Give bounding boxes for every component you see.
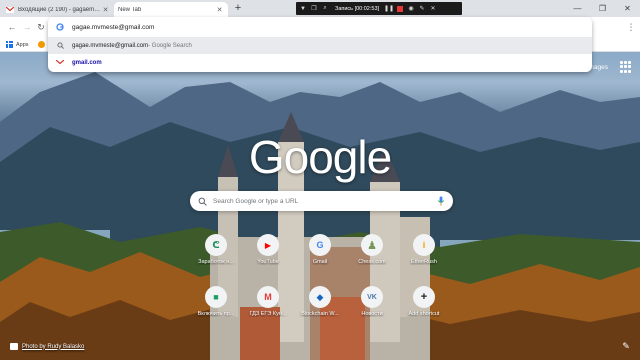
recording-timer: Запись [00:02:53]	[335, 5, 380, 12]
photo-credit-link[interactable]: Photo by Rudy Balasko	[10, 343, 84, 350]
search-placeholder[interactable]: Search Google or type a URL	[213, 198, 437, 205]
etherrush-icon: i	[413, 234, 435, 256]
shortcut-tile[interactable]: G Gmail	[292, 230, 348, 282]
shortcut-label: Включить пр...	[197, 311, 235, 317]
tab-new-tab[interactable]: New Tab ✕	[114, 2, 228, 17]
shortcut-label: Gmail	[312, 259, 328, 265]
new-tab-page: Images Google Search Google or type a UR…	[0, 52, 640, 360]
shortcut-tile[interactable]: ◆ Blockchain W...	[292, 282, 348, 334]
blockchain-icon: ◆	[309, 286, 331, 308]
close-tab-icon[interactable]: ✕	[101, 6, 110, 14]
bookmark-favicon-icon	[38, 41, 45, 48]
tab-title: Входящие (2 190) - gagaemimve	[18, 6, 101, 13]
dropdown-icon[interactable]: ▼	[299, 5, 307, 13]
bookmark-item[interactable]	[38, 39, 45, 50]
omnibox-dropdown: gagae.mvmeste@gmail.com gagae.mvmeste@gm…	[48, 17, 592, 72]
shortcut-tile[interactable]: VK Новости	[344, 282, 400, 334]
shortcut-label: Заработок н...	[198, 259, 234, 265]
shortcut-label: Blockchain W...	[301, 311, 339, 317]
shortcut-favicon-icon: ᕦ	[205, 234, 227, 256]
google-apps-icon[interactable]	[620, 61, 632, 73]
tab-title: New Tab	[118, 6, 142, 13]
suggestion-text: gagae.mvmeste@gmail.com	[72, 42, 149, 49]
screen-recorder-bar: ▼ ❐ ⌕ Запись [00:02:53] ❚❚ ◉ ✎ ✕	[296, 2, 462, 15]
tab-gmail-inbox[interactable]: Входящие (2 190) - gagaemimve ✕	[2, 2, 114, 17]
title-bar: Входящие (2 190) - gagaemimve ✕ New Tab …	[0, 0, 640, 17]
apps-shortcut[interactable]: Apps	[6, 39, 29, 50]
add-shortcut-tile[interactable]: + Add shortcut	[396, 282, 452, 334]
shortcut-label: ГДЗ ЕГЭ Кун...	[249, 311, 287, 317]
microphone-icon[interactable]	[437, 196, 445, 206]
shortcut-tile[interactable]: ᕦ Заработок н...	[188, 230, 244, 282]
shortcut-label: EtherRush	[411, 259, 437, 265]
shortcut-tile[interactable]: М ГДЗ ЕГЭ Кун...	[240, 282, 296, 334]
shortcut-label: Add shortcut	[408, 311, 440, 317]
window-controls: — ❐ ✕	[565, 0, 640, 16]
shortcut-label: YouTube	[257, 259, 279, 265]
apps-grid-icon	[6, 41, 13, 48]
search-icon	[198, 197, 207, 206]
camera-icon[interactable]: ◉	[407, 5, 415, 13]
address-bar-text[interactable]: gagae.mvmeste@gmail.com	[72, 24, 154, 31]
reload-icon[interactable]: ↻	[35, 21, 47, 33]
suggestion-search[interactable]: gagae.mvmeste@gmail.com - Google Search	[48, 37, 592, 54]
customize-pencil-icon[interactable]: ✎	[620, 340, 632, 352]
shortcut-favicon-icon: М	[257, 286, 279, 308]
maximize-icon[interactable]: ❐	[590, 0, 615, 16]
minimize-icon[interactable]: —	[565, 0, 590, 16]
pencil-icon[interactable]: ✎	[418, 5, 426, 13]
google-g-icon	[56, 23, 64, 31]
new-tab-button[interactable]: +	[232, 3, 244, 15]
window-icon[interactable]: ❐	[310, 5, 318, 13]
forward-arrow-icon[interactable]: →	[21, 21, 33, 33]
photo-credit-text[interactable]: Photo by Rudy Balasko	[22, 344, 84, 350]
close-icon[interactable]: ✕	[429, 5, 437, 13]
ntp-search-box[interactable]: Search Google or type a URL	[190, 191, 453, 211]
address-bar[interactable]: gagae.mvmeste@gmail.com	[48, 17, 592, 37]
shortcut-tile[interactable]: ▶ YouTube	[240, 230, 296, 282]
suggestion-gmail[interactable]: gmail.com	[48, 54, 592, 71]
shortcut-favicon-icon: ■	[205, 286, 227, 308]
zoom-icon[interactable]: ⌕	[321, 5, 329, 13]
search-icon	[56, 42, 64, 50]
close-window-icon[interactable]: ✕	[615, 0, 640, 16]
plus-icon: +	[413, 286, 435, 308]
shortcut-label: Chess.com	[358, 259, 386, 265]
vk-icon: VK	[361, 286, 383, 308]
shortcut-label: Новости	[361, 311, 383, 317]
pause-icon[interactable]: ❚❚	[384, 5, 394, 13]
google-logo: Google	[248, 131, 392, 183]
camera-icon	[10, 343, 18, 350]
chess-pawn-icon: ♟	[361, 234, 383, 256]
browser-menu-icon[interactable]: ⋮	[626, 21, 636, 33]
suggestion-subtext: - Google Search	[148, 42, 192, 49]
stop-recording-icon[interactable]	[396, 5, 404, 13]
shortcut-tile[interactable]: ♟ Chess.com	[344, 230, 400, 282]
shortcut-tile[interactable]: i EtherRush	[396, 230, 452, 282]
back-arrow-icon[interactable]: ←	[6, 21, 18, 33]
shortcut-tile[interactable]: ■ Включить пр...	[188, 282, 244, 334]
suggestion-text: gmail.com	[72, 59, 102, 66]
apps-label: Apps	[16, 41, 29, 48]
youtube-icon: ▶	[257, 234, 279, 256]
gmail-icon	[6, 6, 14, 14]
gmail-icon	[56, 59, 64, 67]
close-tab-icon[interactable]: ✕	[215, 6, 224, 14]
google-g-icon: G	[309, 234, 331, 256]
